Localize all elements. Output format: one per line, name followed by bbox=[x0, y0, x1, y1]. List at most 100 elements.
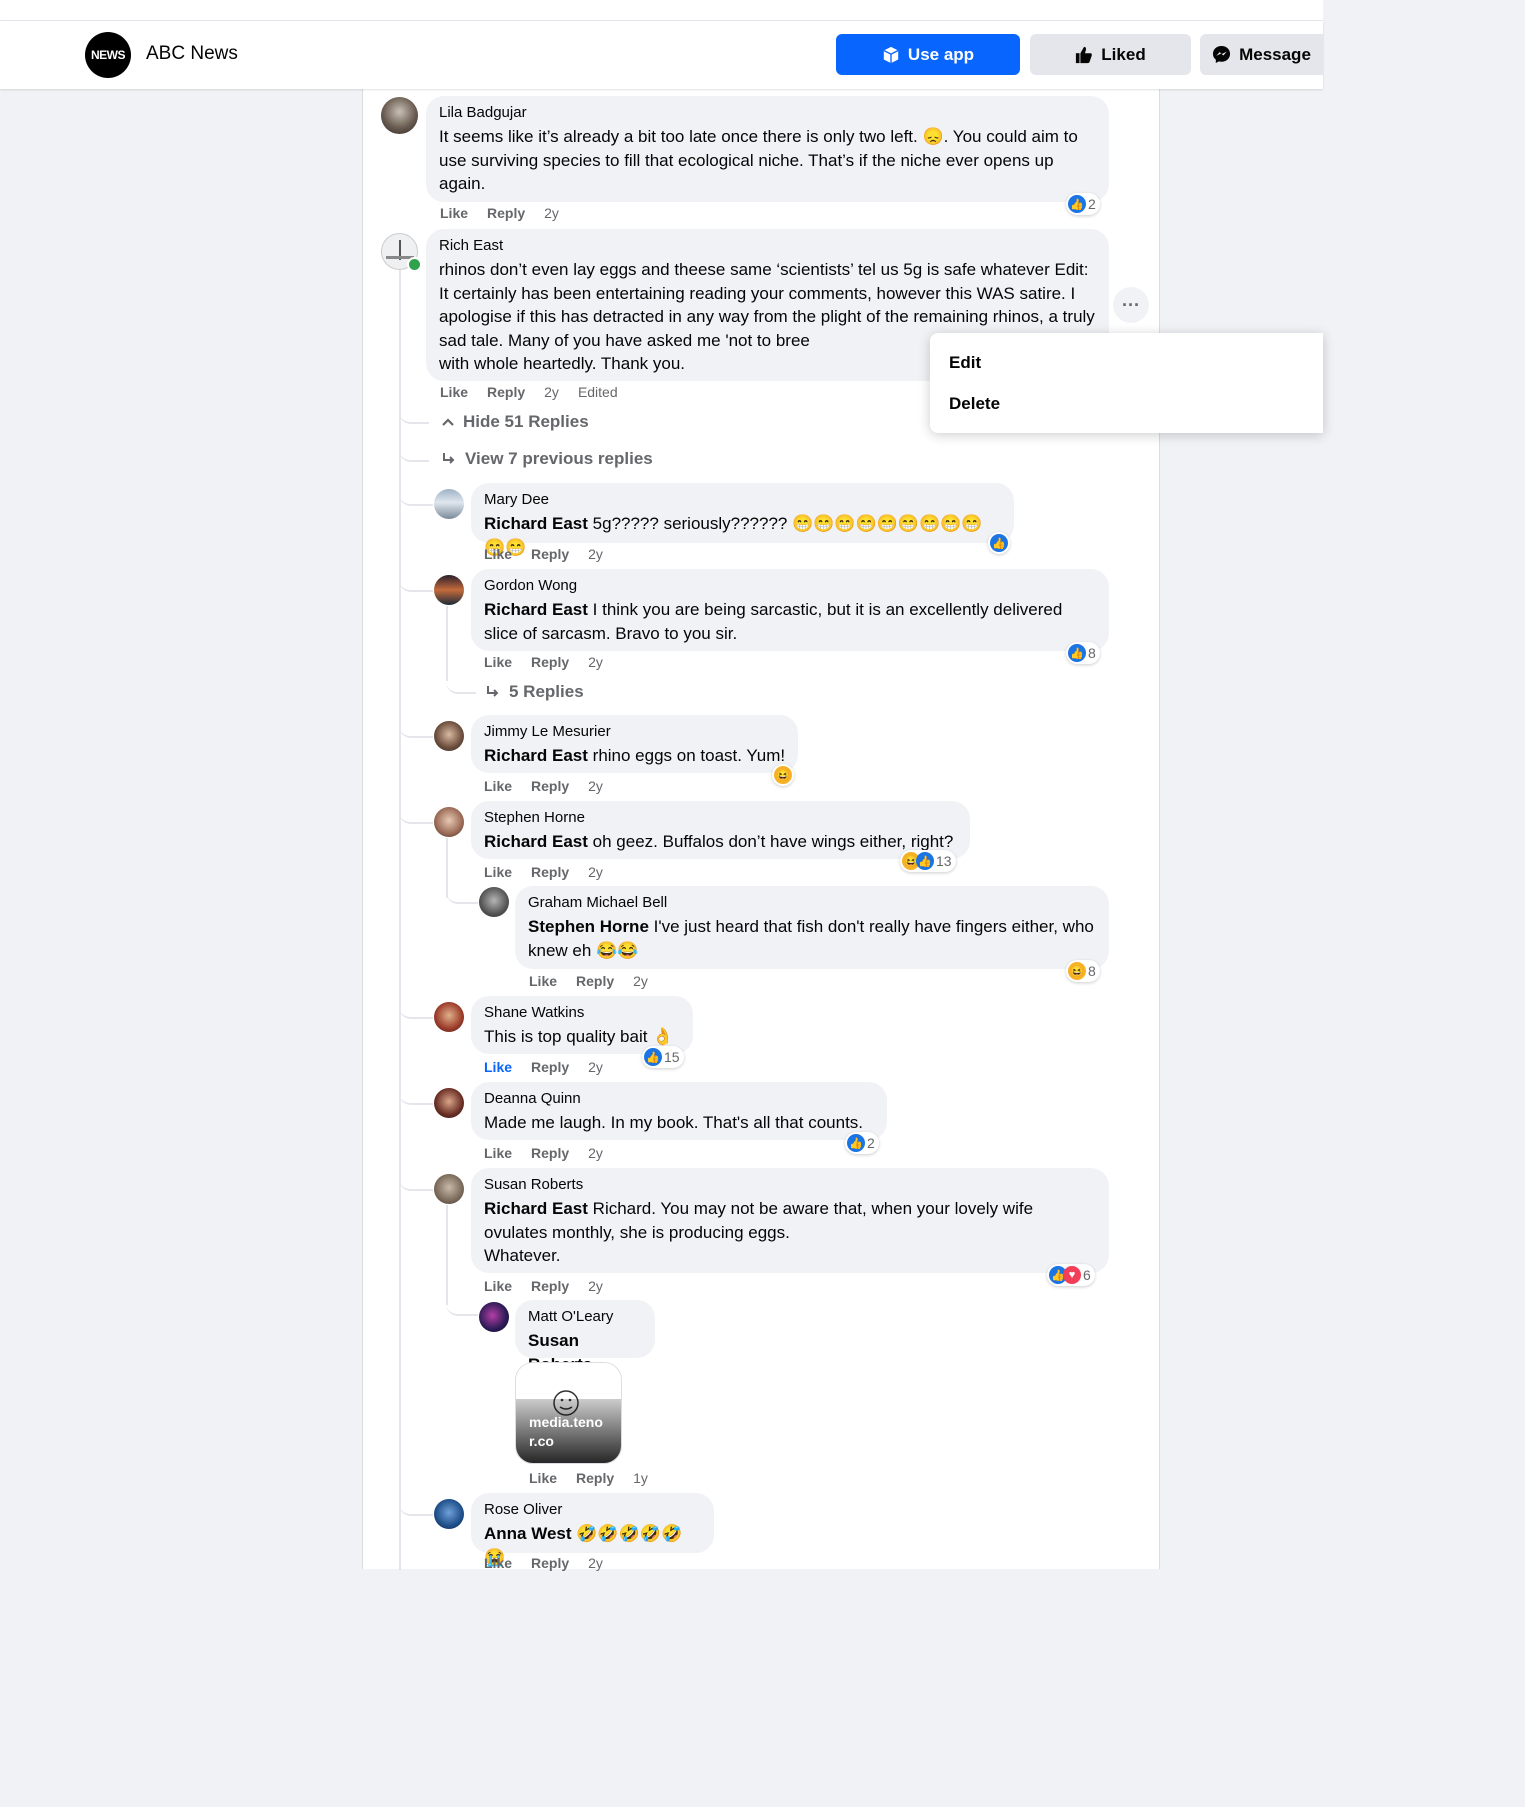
like-button-active[interactable]: Like bbox=[484, 1059, 512, 1075]
timestamp[interactable]: 2y bbox=[633, 973, 648, 989]
avatar[interactable] bbox=[434, 1174, 464, 1204]
timestamp[interactable]: 1y bbox=[633, 1470, 648, 1486]
more-options-button[interactable]: ··· bbox=[1113, 287, 1149, 323]
timestamp[interactable]: 2y bbox=[588, 864, 603, 880]
hide-replies-link[interactable]: Hide 51 Replies bbox=[441, 412, 589, 432]
mention-link[interactable]: Anna West bbox=[484, 1524, 572, 1543]
like-button[interactable]: Like bbox=[484, 1555, 512, 1571]
page-header: NEWS ABC News Use app Liked Message bbox=[0, 21, 1323, 89]
mention-link[interactable]: Richard East bbox=[484, 514, 588, 533]
avatar[interactable] bbox=[434, 1002, 464, 1032]
like-button[interactable]: Like bbox=[529, 1470, 557, 1486]
commenter-name[interactable]: Susan Roberts bbox=[484, 1176, 1097, 1194]
message-button[interactable]: Message bbox=[1200, 34, 1323, 75]
commenter-name[interactable]: Stephen Horne bbox=[484, 809, 958, 827]
reply-button[interactable]: Reply bbox=[531, 1278, 569, 1294]
commenter-name[interactable]: Shane Watkins bbox=[484, 1004, 681, 1022]
avatar[interactable] bbox=[479, 887, 509, 917]
mention-link[interactable]: Richard East bbox=[484, 600, 588, 619]
use-app-button[interactable]: Use app bbox=[836, 34, 1020, 75]
reply-button[interactable]: Reply bbox=[531, 778, 569, 794]
avatar[interactable] bbox=[381, 97, 418, 134]
commenter-name[interactable]: Graham Michael Bell bbox=[528, 894, 1097, 912]
like-button[interactable]: Like bbox=[484, 1145, 512, 1161]
avatar[interactable] bbox=[434, 575, 464, 605]
commenter-name[interactable]: Rich East bbox=[439, 237, 1097, 255]
comment-actions: Like Reply 2y bbox=[484, 654, 622, 670]
edit-menu-item[interactable]: Edit bbox=[930, 342, 1323, 383]
like-button[interactable]: Like bbox=[484, 864, 512, 880]
timestamp[interactable]: 2y bbox=[588, 1059, 603, 1075]
reply-button[interactable]: Reply bbox=[531, 1059, 569, 1075]
like-button[interactable]: Like bbox=[440, 384, 468, 400]
timestamp[interactable]: 2y bbox=[588, 1145, 603, 1161]
avatar[interactable] bbox=[434, 721, 464, 751]
avatar[interactable] bbox=[434, 1088, 464, 1118]
timestamp[interactable]: 2y bbox=[588, 1278, 603, 1294]
reply-button[interactable]: Reply bbox=[531, 654, 569, 670]
reaction-number: 6 bbox=[1083, 1267, 1091, 1283]
commenter-name[interactable]: Mary Dee bbox=[484, 491, 1002, 509]
reply-button[interactable]: Reply bbox=[576, 1470, 614, 1486]
messenger-icon bbox=[1213, 45, 1231, 64]
avatar[interactable] bbox=[479, 1302, 509, 1332]
comment-text: oh geez. Buffalos don’t have wings eithe… bbox=[587, 832, 954, 851]
timestamp[interactable]: 2y bbox=[588, 1555, 603, 1571]
gif-attachment[interactable]: media.tenor.co bbox=[515, 1362, 622, 1464]
reaction-count[interactable]: 👍 ♥ 6 bbox=[1047, 1264, 1095, 1286]
cube-icon bbox=[883, 46, 899, 63]
avatar[interactable] bbox=[434, 807, 464, 837]
comment-bubble: Jimmy Le Mesurier Richard East rhino egg… bbox=[471, 715, 798, 773]
reply-button[interactable]: Reply bbox=[531, 864, 569, 880]
avatar[interactable] bbox=[434, 1499, 464, 1529]
reply-button[interactable]: Reply bbox=[487, 205, 525, 221]
commenter-name[interactable]: Matt O'Leary bbox=[528, 1308, 643, 1326]
view-previous-label: View 7 previous replies bbox=[465, 449, 653, 468]
view-replies-link[interactable]: 5 Replies bbox=[485, 682, 584, 702]
commenter-name[interactable]: Jimmy Le Mesurier bbox=[484, 723, 786, 741]
like-button[interactable]: Like bbox=[529, 973, 557, 989]
reply-button[interactable]: Reply bbox=[531, 1145, 569, 1161]
commenter-name[interactable]: Deanna Quinn bbox=[484, 1090, 875, 1108]
reaction-count[interactable]: 👍 2 bbox=[845, 1132, 879, 1154]
commenter-name[interactable]: Rose Oliver bbox=[484, 1501, 702, 1519]
reaction-count[interactable]: 😆 8 bbox=[1066, 960, 1100, 982]
reaction-count[interactable]: 👍 8 bbox=[1066, 642, 1100, 664]
timestamp[interactable]: 2y bbox=[544, 384, 559, 400]
delete-menu-item[interactable]: Delete bbox=[930, 383, 1323, 424]
mention-link[interactable]: Stephen Horne bbox=[528, 917, 649, 936]
reply-button[interactable]: Reply bbox=[531, 1555, 569, 1571]
comment-actions: Like Reply 2y bbox=[484, 1059, 622, 1075]
timestamp[interactable]: 2y bbox=[588, 546, 603, 562]
reaction-count[interactable]: 👍 15 bbox=[642, 1046, 684, 1068]
like-button[interactable]: Like bbox=[484, 546, 512, 562]
reply-button[interactable]: Reply bbox=[531, 546, 569, 562]
like-button[interactable]: Like bbox=[484, 778, 512, 794]
reply-button[interactable]: Reply bbox=[576, 973, 614, 989]
reply-button[interactable]: Reply bbox=[487, 384, 525, 400]
timestamp[interactable]: 2y bbox=[544, 205, 559, 221]
commenter-name[interactable]: Lila Badgujar bbox=[439, 104, 1097, 122]
reaction-count[interactable]: 😆 bbox=[772, 764, 794, 786]
mention-link[interactable]: Richard East bbox=[484, 1199, 588, 1218]
like-button[interactable]: Like bbox=[484, 1278, 512, 1294]
thread-connector bbox=[399, 448, 429, 462]
thread-connector bbox=[399, 1175, 433, 1191]
timestamp[interactable]: 2y bbox=[588, 778, 603, 794]
view-previous-replies-link[interactable]: View 7 previous replies bbox=[441, 449, 653, 469]
page-name[interactable]: ABC News bbox=[146, 43, 238, 65]
reaction-count[interactable]: 👍 bbox=[988, 532, 1010, 554]
avatar[interactable] bbox=[434, 489, 464, 519]
like-button[interactable]: Like bbox=[440, 205, 468, 221]
like-button[interactable]: Like bbox=[484, 654, 512, 670]
reaction-count[interactable]: 😆 👍 13 bbox=[900, 850, 956, 872]
commenter-name[interactable]: Gordon Wong bbox=[484, 577, 1097, 595]
liked-button[interactable]: Liked bbox=[1030, 34, 1191, 75]
browser-top-strip bbox=[0, 0, 1323, 21]
chevron-up-icon bbox=[442, 418, 454, 426]
abc-news-logo[interactable]: NEWS bbox=[85, 32, 131, 78]
timestamp[interactable]: 2y bbox=[588, 654, 603, 670]
reaction-count[interactable]: 👍 2 bbox=[1066, 193, 1100, 215]
mention-link[interactable]: Richard East bbox=[484, 832, 588, 851]
mention-link[interactable]: Richard East bbox=[484, 746, 588, 765]
